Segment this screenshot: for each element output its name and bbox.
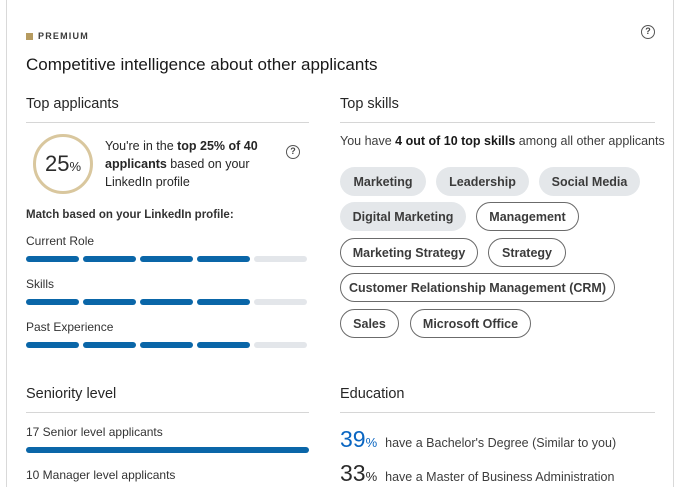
rank-prefix: You're in the: [105, 139, 178, 153]
match-segment-filled: [140, 299, 193, 305]
top-skills-heading: Top skills: [340, 96, 399, 112]
skill-pill[interactable]: Management: [476, 202, 579, 231]
education-heading: Education: [340, 386, 405, 402]
help-circle-icon[interactable]: ?: [286, 145, 300, 159]
match-segment-filled: [197, 342, 250, 348]
match-segment-empty: [254, 256, 307, 262]
top-applicants-heading: Top applicants: [26, 96, 119, 112]
skill-pill[interactable]: Social Media: [539, 167, 640, 196]
education-item: 33% have a Master of Business Administra…: [340, 460, 614, 487]
seniority-heading: Seniority level: [26, 386, 117, 402]
skills-intro-prefix: You have: [340, 134, 396, 148]
match-segment-filled: [26, 299, 79, 305]
divider: [26, 122, 309, 123]
metric-label-skills: Skills: [26, 277, 55, 291]
skill-pill[interactable]: Leadership: [436, 167, 529, 196]
education-percent: 39: [340, 426, 366, 452]
rank-percent-number: 25: [44, 151, 70, 176]
match-segment-empty: [254, 342, 307, 348]
skills-match-bar: [26, 299, 307, 305]
metric-label-past-experience: Past Experience: [26, 320, 114, 334]
rank-description: You're in the top 25% of 40 applicants b…: [105, 137, 275, 191]
help-circle-icon[interactable]: ?: [641, 25, 655, 39]
match-heading: Match based on your LinkedIn profile:: [26, 209, 234, 221]
skill-pill[interactable]: Marketing: [340, 167, 426, 196]
metric-label-current-role: Current Role: [26, 234, 95, 248]
premium-label: PREMIUM: [38, 31, 89, 41]
skills-intro-suffix: among all other applicants: [515, 134, 665, 148]
match-segment-empty: [254, 299, 307, 305]
past-experience-match-bar: [26, 342, 307, 348]
education-text: have a Bachelor's Degree (Similar to you…: [385, 436, 617, 450]
education-percent-sign: %: [365, 469, 378, 484]
page-title: Competitive intelligence about other app…: [26, 55, 378, 74]
seniority-label-manager: 10 Manager level applicants: [26, 468, 176, 482]
rank-percent-ring: 25%: [33, 134, 93, 194]
skill-pill[interactable]: Sales: [340, 309, 399, 338]
match-segment-filled: [140, 256, 193, 262]
rank-percent-sign: %: [69, 158, 82, 174]
match-segment-filled: [26, 256, 79, 262]
divider: [340, 122, 655, 123]
education-percent: 33: [340, 460, 366, 486]
match-segment-filled: [140, 342, 193, 348]
match-segment-filled: [83, 342, 136, 348]
education-item: 39% have a Bachelor's Degree (Similar to…: [340, 426, 616, 453]
skill-pill[interactable]: Marketing Strategy: [340, 238, 478, 267]
skill-pill[interactable]: Microsoft Office: [410, 309, 531, 338]
match-segment-filled: [83, 299, 136, 305]
match-segment-filled: [197, 256, 250, 262]
education-percent-sign: %: [365, 435, 378, 450]
skill-pill[interactable]: Strategy: [488, 238, 566, 267]
match-segment-filled: [26, 342, 79, 348]
skill-pill[interactable]: Digital Marketing: [340, 202, 466, 231]
premium-badge: PREMIUM: [26, 31, 89, 41]
education-text: have a Master of Business Administration: [385, 470, 615, 484]
current-role-match-bar: [26, 256, 307, 262]
divider: [340, 412, 655, 413]
skills-intro-bold: 4 out of 10 top skills: [395, 134, 516, 148]
match-segment-filled: [83, 256, 136, 262]
seniority-label-senior: 17 Senior level applicants: [26, 425, 163, 439]
skills-intro: You have 4 out of 10 top skills among al…: [340, 134, 665, 148]
divider: [26, 412, 309, 413]
premium-icon: [26, 32, 33, 40]
match-segment-filled: [197, 299, 250, 305]
skill-pill[interactable]: Customer Relationship Management (CRM): [340, 273, 615, 302]
senior-level-bar: [26, 447, 309, 453]
